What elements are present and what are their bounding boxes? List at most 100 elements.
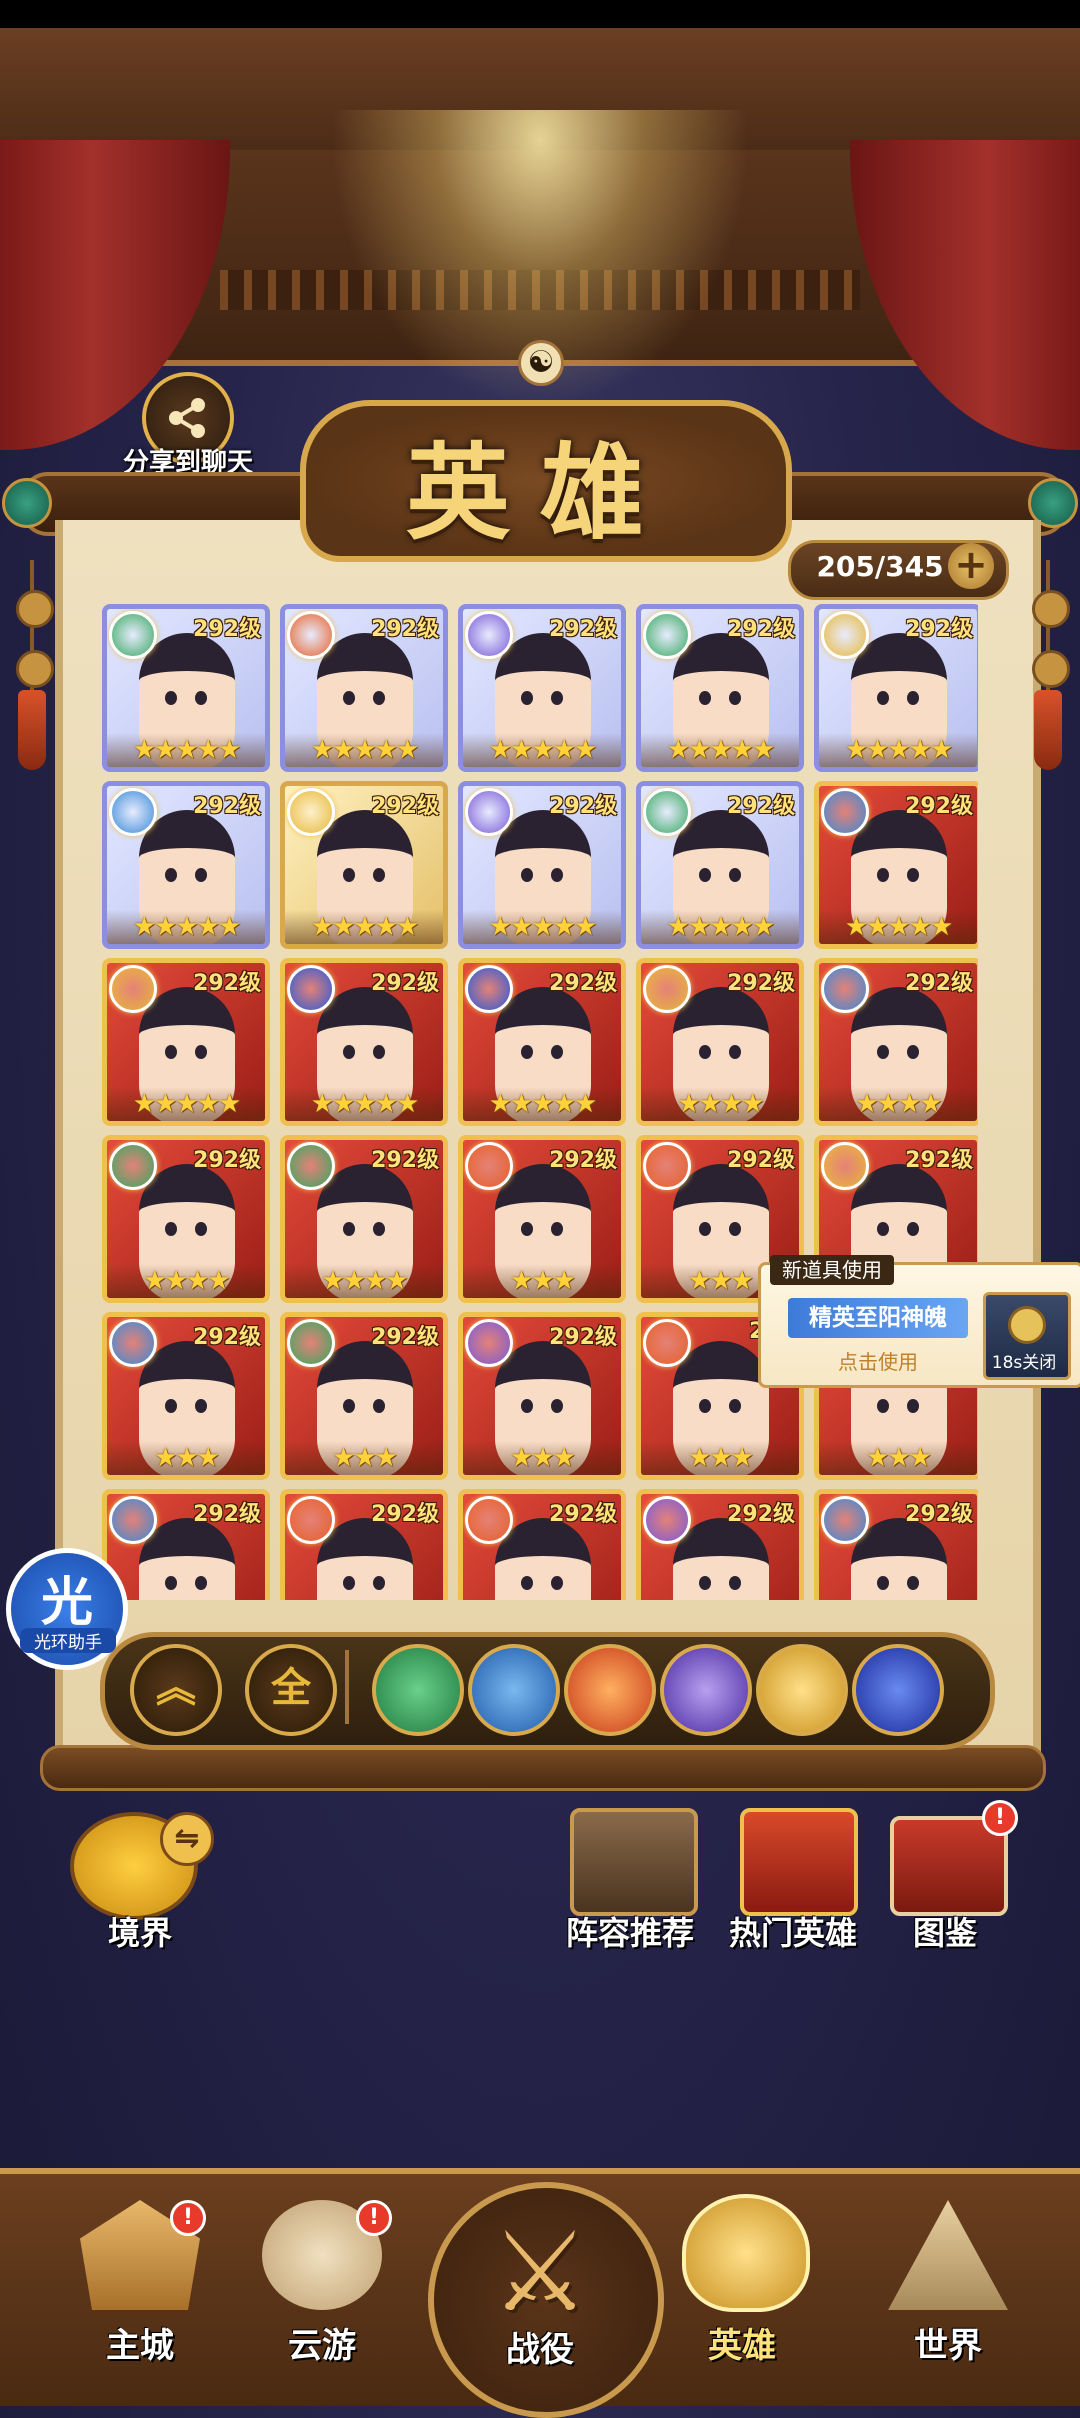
- hero-level: 292级: [193, 1325, 261, 1350]
- hero-card[interactable]: 292级: [636, 1489, 804, 1600]
- hero-card[interactable]: 292级: [280, 1489, 448, 1600]
- lineup-icon[interactable]: [570, 1808, 698, 1916]
- hero-level: 292级: [727, 971, 795, 996]
- hero-eye: [521, 691, 533, 705]
- hero-level: 292级: [371, 1502, 439, 1527]
- popup-close-timer[interactable]: 18s关闭: [983, 1348, 1065, 1373]
- filter-wood-icon[interactable]: [372, 1644, 464, 1736]
- hero-eye: [521, 1576, 533, 1590]
- hero-eye: [907, 691, 919, 705]
- hero-card[interactable]: 292级 ★★★★★: [458, 604, 626, 772]
- hero-card[interactable]: 292级 ★★★★: [814, 958, 978, 1126]
- filter-sun-icon[interactable]: [756, 1644, 848, 1736]
- hero-card[interactable]: 292级 ★★★★★: [280, 958, 448, 1126]
- hero-eye: [195, 868, 207, 882]
- hot-heroes-icon[interactable]: [740, 1808, 858, 1916]
- hero-stars: ★★★★: [641, 1087, 799, 1121]
- hero-eye: [699, 691, 711, 705]
- hero-stars: ★★★: [285, 1441, 443, 1475]
- hero-card[interactable]: 292级 ★★★★★: [814, 781, 978, 949]
- filter-fire-icon[interactable]: [564, 1644, 656, 1736]
- swap-icon[interactable]: ⇋: [160, 1812, 214, 1866]
- hot-heroes-label[interactable]: 热门英雄: [718, 1908, 868, 1954]
- atlas-alert-badge: !: [982, 1800, 1018, 1836]
- hero-level: 292级: [193, 1148, 261, 1173]
- element-icon: [643, 611, 691, 659]
- nav-world[interactable]: 世界: [888, 2318, 1008, 2367]
- hero-card[interactable]: 292级 ★★★★★: [814, 604, 978, 772]
- hero-eye: [699, 868, 711, 882]
- hero-eye: [907, 1399, 919, 1413]
- hero-eye: [551, 868, 563, 882]
- aura-helper-char: 光: [40, 1573, 93, 1633]
- nav-main-city[interactable]: 主城: [80, 2318, 200, 2367]
- share-icon: [169, 398, 205, 438]
- tassel-left: [14, 560, 54, 770]
- hero-card[interactable]: 292级 ★★★★★: [102, 958, 270, 1126]
- filter-moon-icon[interactable]: [660, 1644, 752, 1736]
- collapse-button[interactable]: ︽: [130, 1644, 222, 1736]
- hero-eye: [699, 1045, 711, 1059]
- hero-stars: ★★★★★: [285, 1087, 443, 1121]
- hero-eye: [195, 1222, 207, 1236]
- hero-card[interactable]: 292级 ★★★★: [102, 1135, 270, 1303]
- hero-card[interactable]: 292级 ★★★★★: [280, 781, 448, 949]
- hero-stars: ★★★★: [107, 1264, 265, 1298]
- hero-card[interactable]: 292级 ★★★: [102, 1312, 270, 1480]
- hero-card[interactable]: 292级 ★★★★★: [280, 604, 448, 772]
- nav-travel[interactable]: 云游: [262, 2318, 382, 2367]
- hero-stars: ★★★★★: [819, 910, 977, 944]
- hero-card[interactable]: 292级 ★★★★★: [458, 781, 626, 949]
- hero-eye: [373, 868, 385, 882]
- hero-card[interactable]: 292级 ★★★★★: [636, 781, 804, 949]
- hero-level: 292级: [371, 971, 439, 996]
- nav-battle[interactable]: 战役: [480, 2322, 600, 2371]
- hero-stars: ★★★: [107, 1441, 265, 1475]
- hero-level: 292级: [549, 794, 617, 819]
- hero-eye: [343, 1576, 355, 1590]
- nav-heroes[interactable]: 英雄: [682, 2318, 802, 2367]
- hero-eye: [877, 868, 889, 882]
- filter-water-icon[interactable]: [468, 1644, 560, 1736]
- hero-card[interactable]: 292级 ★★★★: [636, 958, 804, 1126]
- element-icon: [287, 965, 335, 1013]
- element-icon: [109, 1142, 157, 1190]
- realm-label[interactable]: 境界: [70, 1908, 210, 1954]
- hero-level: 292级: [549, 1502, 617, 1527]
- hero-stars: ★★★★★: [463, 733, 621, 767]
- heroes-icon[interactable]: [682, 2194, 810, 2312]
- hero-card[interactable]: 292级 ★★★★★: [102, 781, 270, 949]
- hero-stars: ★★★: [463, 1441, 621, 1475]
- hero-eye: [343, 868, 355, 882]
- hero-eye: [195, 691, 207, 705]
- hero-eye: [907, 1222, 919, 1236]
- hero-eye: [877, 691, 889, 705]
- filter-all-button[interactable]: 全: [245, 1644, 337, 1736]
- hero-card[interactable]: 292级: [458, 1489, 626, 1600]
- element-icon: [821, 1142, 869, 1190]
- expand-slots-button[interactable]: +: [948, 543, 994, 589]
- hero-card[interactable]: 292级 ★★★: [458, 1135, 626, 1303]
- hero-eye: [373, 1399, 385, 1413]
- element-icon: [643, 788, 691, 836]
- atlas-label[interactable]: 图鉴: [875, 1908, 1015, 1954]
- hero-card[interactable]: 292级 ★★★★: [280, 1135, 448, 1303]
- hero-level: 292级: [193, 1502, 261, 1527]
- element-icon: [465, 1496, 513, 1544]
- element-icon: [287, 1496, 335, 1544]
- element-icon: [821, 788, 869, 836]
- hero-card[interactable]: 292级 ★★★: [458, 1312, 626, 1480]
- hero-card[interactable]: 292级 ★★★★★: [636, 604, 804, 772]
- filter-vortex-icon[interactable]: [852, 1644, 944, 1736]
- hero-level: 292级: [549, 617, 617, 642]
- hero-card[interactable]: 292级 ★★★★★: [458, 958, 626, 1126]
- hero-card[interactable]: 292级 ★★★★★: [102, 604, 270, 772]
- hero-card[interactable]: 292级 ★★★: [280, 1312, 448, 1480]
- popup-use-button[interactable]: 点击使用: [788, 1346, 968, 1375]
- hero-stars: ★★★: [463, 1264, 621, 1298]
- element-icon: [465, 611, 513, 659]
- hero-card[interactable]: 292级: [814, 1489, 978, 1600]
- lineup-label[interactable]: 阵容推荐: [555, 1908, 705, 1954]
- hero-eye: [551, 1576, 563, 1590]
- element-icon: [465, 1319, 513, 1367]
